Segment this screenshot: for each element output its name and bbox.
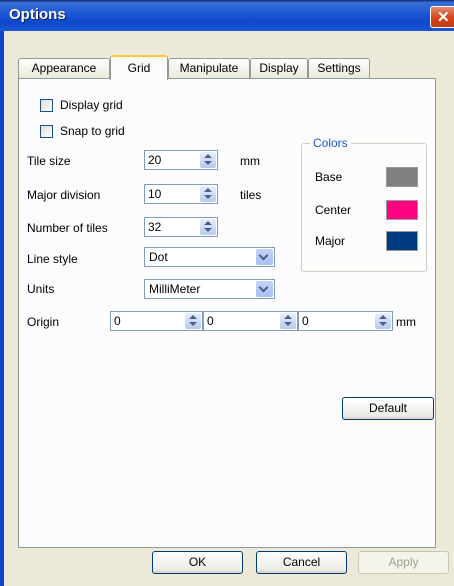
number-of-tiles-value: 32 [148,220,162,234]
number-of-tiles-input[interactable]: 32 [144,217,218,237]
major-division-label: Major division [27,188,101,202]
units-select[interactable]: MilliMeter [144,279,275,299]
major-division-spinner[interactable] [200,186,216,202]
major-division-input[interactable]: 10 [144,184,218,204]
spin-down-icon [284,322,292,326]
title-bar[interactable]: Options ✕ [0,0,454,31]
chevron-down-icon [258,250,269,261]
spin-down-icon [204,228,212,232]
tile-size-label: Tile size [27,154,71,168]
origin-z-value: 0 [302,314,309,328]
units-label: Units [27,282,55,296]
display-grid-label: Display grid [60,98,123,112]
chevron-down-icon [258,282,269,293]
base-color-label: Base [315,170,343,184]
origin-y-input[interactable]: 0 [203,311,298,331]
major-division-unit: tiles [240,188,262,202]
tab-settings[interactable]: Settings [308,58,370,78]
spin-down-icon [379,322,387,326]
tab-appearance[interactable]: Appearance [18,58,110,78]
tab-display[interactable]: Display [250,58,308,78]
tab-manipulate[interactable]: Manipulate [168,58,250,78]
number-of-tiles-label: Number of tiles [27,221,108,235]
spin-down-icon [204,161,212,165]
spin-up-icon [204,154,212,158]
number-of-tiles-spinner[interactable] [200,219,216,235]
origin-y-spinner[interactable] [280,313,296,329]
tile-size-input[interactable]: 20 [144,150,218,170]
line-style-value: Dot [149,250,168,264]
snap-to-grid-checkbox[interactable] [40,125,53,138]
spin-down-icon [189,322,197,326]
options-dialog: Options ✕ Appearance Grid Manipulate Dis… [0,0,454,586]
spin-up-icon [204,221,212,225]
spin-down-icon [204,195,212,199]
close-button[interactable]: ✕ [430,6,454,28]
window-border [0,31,4,586]
spin-up-icon [379,315,387,319]
grid-tab-panel: Display grid Snap to grid Tile size 20 m… [18,78,436,548]
line-style-dropdown-button[interactable] [256,249,273,265]
line-style-select[interactable]: Dot [144,247,275,267]
origin-x-input[interactable]: 0 [110,311,203,331]
units-value: MilliMeter [149,282,201,296]
origin-x-value: 0 [114,314,121,328]
default-button[interactable]: Default [342,397,434,420]
close-icon: ✕ [437,9,450,26]
origin-z-input[interactable]: 0 [298,311,393,331]
colors-group-title: Colors [310,136,351,150]
major-color-swatch[interactable] [386,231,418,251]
origin-y-value: 0 [207,314,214,328]
base-color-swatch[interactable] [386,167,418,187]
center-color-label: Center [315,203,352,217]
center-color-swatch[interactable] [386,200,418,220]
tile-size-unit: mm [240,154,260,168]
spin-up-icon [284,315,292,319]
tile-size-value: 20 [148,153,162,167]
spin-up-icon [189,315,197,319]
tile-size-spinner[interactable] [200,152,216,168]
units-dropdown-button[interactable] [256,281,273,297]
origin-z-spinner[interactable] [375,313,391,329]
origin-label: Origin [27,315,60,329]
spin-up-icon [204,188,212,192]
apply-button[interactable]: Apply [358,551,449,574]
colors-groupbox: Colors Base Center Major [301,136,427,272]
ok-button[interactable]: OK [152,551,243,574]
major-division-value: 10 [148,187,162,201]
snap-to-grid-label: Snap to grid [60,124,125,138]
tab-grid[interactable]: Grid [110,55,168,80]
line-style-label: Line style [27,252,78,266]
origin-x-spinner[interactable] [185,313,201,329]
window-title: Options [9,6,66,23]
origin-unit: mm [396,315,416,329]
cancel-button[interactable]: Cancel [256,551,347,574]
display-grid-checkbox[interactable] [40,99,53,112]
major-color-label: Major [315,234,346,248]
